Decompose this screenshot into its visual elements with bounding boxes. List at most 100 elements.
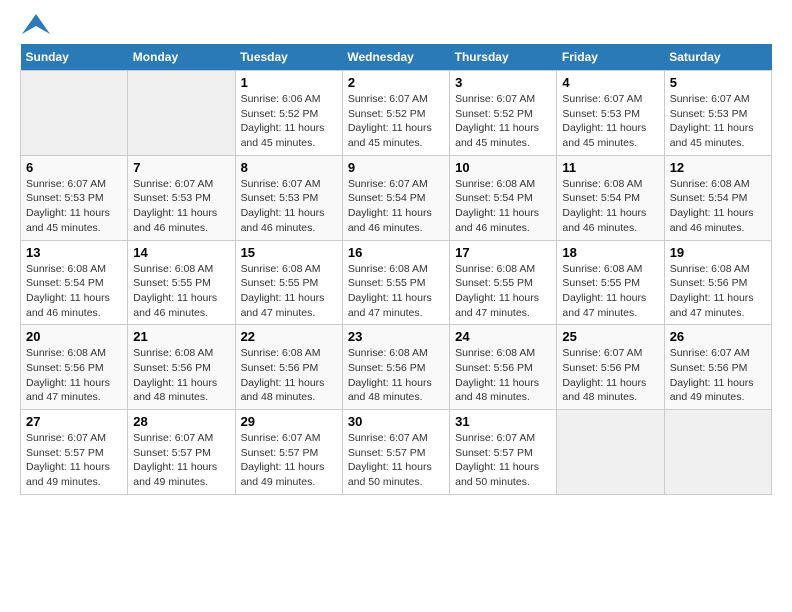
day-number: 10 [455,160,551,175]
column-header-saturday: Saturday [664,44,771,71]
day-info: Sunrise: 6:07 AMSunset: 5:57 PMDaylight:… [455,431,551,490]
day-info: Sunrise: 6:08 AMSunset: 5:56 PMDaylight:… [241,346,337,405]
day-number: 1 [241,75,337,90]
day-info: Sunrise: 6:07 AMSunset: 5:54 PMDaylight:… [348,177,444,236]
calendar-cell: 1 Sunrise: 6:06 AMSunset: 5:52 PMDaylight… [235,71,342,156]
day-number: 4 [562,75,658,90]
calendar-cell: 2 Sunrise: 6:07 AMSunset: 5:52 PMDaylight… [342,71,449,156]
calendar-cell: 5Sunrise: 6:07 AMSunset: 5:53 PMDaylight… [664,71,771,156]
day-info: Sunrise: 6:07 AMSunset: 5:53 PMDaylight:… [241,177,337,236]
day-number: 11 [562,160,658,175]
day-number: 15 [241,245,337,260]
day-info: Sunrise: 6:07 AMSunset: 5:56 PMDaylight:… [670,346,766,405]
column-header-friday: Friday [557,44,664,71]
calendar-cell: 28Sunrise: 6:07 AMSunset: 5:57 PMDayligh… [128,410,235,495]
calendar-cell: 9 Sunrise: 6:07 AMSunset: 5:54 PMDaylight… [342,155,449,240]
day-number: 2 [348,75,444,90]
calendar-cell: 7 Sunrise: 6:07 AMSunset: 5:53 PMDaylight… [128,155,235,240]
day-info: Sunrise: 6:08 AMSunset: 5:55 PMDaylight:… [133,262,229,321]
calendar-week-row: 27 Sunrise: 6:07 AMSunset: 5:57 PMDayligh… [21,410,772,495]
calendar-header-row: SundayMondayTuesdayWednesdayThursdayFrid… [21,44,772,71]
calendar-week-row: 6 Sunrise: 6:07 AMSunset: 5:53 PMDaylight… [21,155,772,240]
day-number: 19 [670,245,766,260]
calendar-cell: 25 Sunrise: 6:07 AMSunset: 5:56 PMDayligh… [557,325,664,410]
calendar-cell: 21 Sunrise: 6:08 AMSunset: 5:56 PMDayligh… [128,325,235,410]
day-number: 25 [562,329,658,344]
day-info: Sunrise: 6:08 AMSunset: 5:55 PMDaylight:… [562,262,658,321]
day-info: Sunrise: 6:08 AMSunset: 5:54 PMDaylight:… [562,177,658,236]
day-info: Sunrise: 6:08 AMSunset: 5:54 PMDaylight:… [455,177,551,236]
calendar-cell [128,71,235,156]
calendar-week-row: 13 Sunrise: 6:08 AMSunset: 5:54 PMDayligh… [21,240,772,325]
calendar-cell: 24Sunrise: 6:08 AMSunset: 5:56 PMDayligh… [450,325,557,410]
day-info: Sunrise: 6:07 AMSunset: 5:57 PMDaylight:… [241,431,337,490]
calendar-cell: 16Sunrise: 6:08 AMSunset: 5:55 PMDayligh… [342,240,449,325]
calendar-week-row: 1 Sunrise: 6:06 AMSunset: 5:52 PMDaylight… [21,71,772,156]
calendar-cell: 23 Sunrise: 6:08 AMSunset: 5:56 PMDayligh… [342,325,449,410]
day-info: Sunrise: 6:08 AMSunset: 5:56 PMDaylight:… [133,346,229,405]
calendar-cell: 22 Sunrise: 6:08 AMSunset: 5:56 PMDayligh… [235,325,342,410]
calendar-cell: 10 Sunrise: 6:08 AMSunset: 5:54 PMDayligh… [450,155,557,240]
day-number: 20 [26,329,122,344]
day-number: 12 [670,160,766,175]
day-number: 8 [241,160,337,175]
calendar-cell [21,71,128,156]
day-info: Sunrise: 6:07 AMSunset: 5:56 PMDaylight:… [562,346,658,405]
day-number: 26 [670,329,766,344]
calendar-cell: 8 Sunrise: 6:07 AMSunset: 5:53 PMDaylight… [235,155,342,240]
day-info: Sunrise: 6:07 AMSunset: 5:53 PMDaylight:… [133,177,229,236]
day-info: Sunrise: 6:07 AMSunset: 5:57 PMDaylight:… [348,431,444,490]
day-number: 7 [133,160,229,175]
calendar-cell: 20 Sunrise: 6:08 AMSunset: 5:56 PMDayligh… [21,325,128,410]
calendar-cell [557,410,664,495]
logo-arrow-icon [22,14,50,34]
column-header-sunday: Sunday [21,44,128,71]
day-info: Sunrise: 6:08 AMSunset: 5:56 PMDaylight:… [348,346,444,405]
calendar-cell: 12Sunrise: 6:08 AMSunset: 5:54 PMDayligh… [664,155,771,240]
day-info: Sunrise: 6:08 AMSunset: 5:56 PMDaylight:… [26,346,122,405]
day-number: 17 [455,245,551,260]
day-info: Sunrise: 6:08 AMSunset: 5:56 PMDaylight:… [670,262,766,321]
day-info: Sunrise: 6:06 AMSunset: 5:52 PMDaylight:… [241,92,337,151]
calendar-cell: 13 Sunrise: 6:08 AMSunset: 5:54 PMDayligh… [21,240,128,325]
day-number: 30 [348,414,444,429]
column-header-thursday: Thursday [450,44,557,71]
calendar-cell: 3Sunrise: 6:07 AMSunset: 5:52 PMDaylight… [450,71,557,156]
column-header-monday: Monday [128,44,235,71]
calendar-cell: 31 Sunrise: 6:07 AMSunset: 5:57 PMDayligh… [450,410,557,495]
day-number: 29 [241,414,337,429]
page-header [20,20,772,34]
day-number: 14 [133,245,229,260]
calendar-cell: 26 Sunrise: 6:07 AMSunset: 5:56 PMDayligh… [664,325,771,410]
day-info: Sunrise: 6:07 AMSunset: 5:53 PMDaylight:… [670,92,766,151]
calendar-cell: 11 Sunrise: 6:08 AMSunset: 5:54 PMDayligh… [557,155,664,240]
day-number: 23 [348,329,444,344]
calendar-cell: 4 Sunrise: 6:07 AMSunset: 5:53 PMDaylight… [557,71,664,156]
day-info: Sunrise: 6:07 AMSunset: 5:52 PMDaylight:… [348,92,444,151]
calendar-cell: 19 Sunrise: 6:08 AMSunset: 5:56 PMDayligh… [664,240,771,325]
calendar-cell: 29 Sunrise: 6:07 AMSunset: 5:57 PMDayligh… [235,410,342,495]
day-number: 9 [348,160,444,175]
calendar-cell: 15Sunrise: 6:08 AMSunset: 5:55 PMDayligh… [235,240,342,325]
day-number: 27 [26,414,122,429]
day-info: Sunrise: 6:08 AMSunset: 5:55 PMDaylight:… [348,262,444,321]
calendar-week-row: 20 Sunrise: 6:08 AMSunset: 5:56 PMDayligh… [21,325,772,410]
calendar-table: SundayMondayTuesdayWednesdayThursdayFrid… [20,44,772,495]
day-number: 13 [26,245,122,260]
day-info: Sunrise: 6:08 AMSunset: 5:55 PMDaylight:… [455,262,551,321]
day-info: Sunrise: 6:07 AMSunset: 5:52 PMDaylight:… [455,92,551,151]
calendar-cell: 17 Sunrise: 6:08 AMSunset: 5:55 PMDayligh… [450,240,557,325]
day-number: 31 [455,414,551,429]
day-number: 22 [241,329,337,344]
calendar-cell: 18 Sunrise: 6:08 AMSunset: 5:55 PMDayligh… [557,240,664,325]
day-number: 6 [26,160,122,175]
calendar-cell: 30 Sunrise: 6:07 AMSunset: 5:57 PMDayligh… [342,410,449,495]
day-info: Sunrise: 6:07 AMSunset: 5:53 PMDaylight:… [26,177,122,236]
day-info: Sunrise: 6:07 AMSunset: 5:57 PMDaylight:… [133,431,229,490]
day-info: Sunrise: 6:08 AMSunset: 5:54 PMDaylight:… [26,262,122,321]
day-info: Sunrise: 6:08 AMSunset: 5:56 PMDaylight:… [455,346,551,405]
day-number: 21 [133,329,229,344]
column-header-wednesday: Wednesday [342,44,449,71]
day-number: 18 [562,245,658,260]
day-info: Sunrise: 6:07 AMSunset: 5:53 PMDaylight:… [562,92,658,151]
